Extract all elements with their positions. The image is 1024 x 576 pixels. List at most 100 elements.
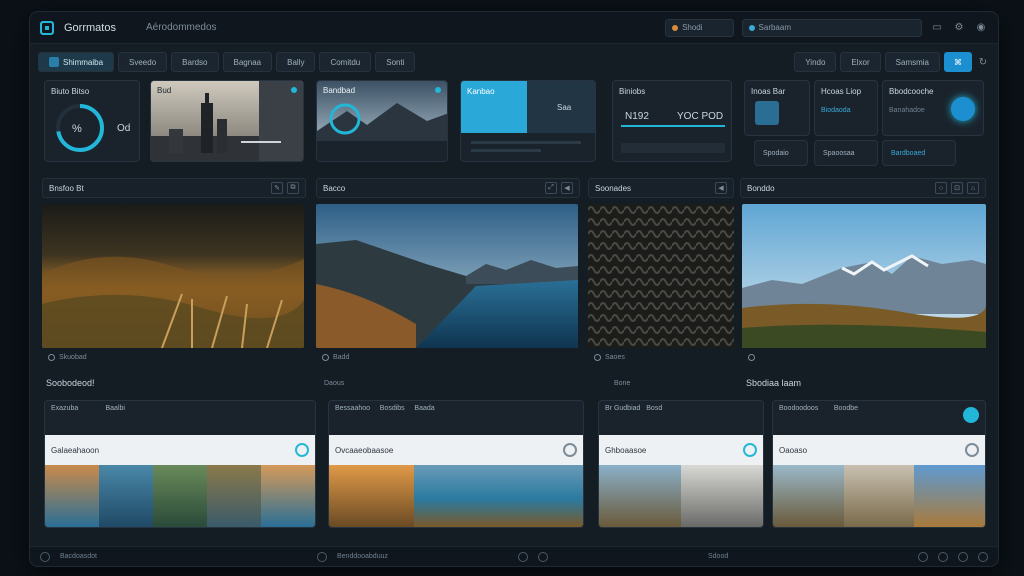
toolbar-right-button-0[interactable]: Yindo xyxy=(794,52,837,72)
refresh-icon[interactable]: ↻ xyxy=(976,55,990,69)
panel-4-actions: ○ ⊡ ⌂ xyxy=(935,182,979,194)
tile-widget-1[interactable]: Inoas Bar xyxy=(744,80,810,136)
sound-icon[interactable]: ◀ xyxy=(561,182,573,194)
thumbnail[interactable] xyxy=(914,465,985,527)
thumbnail[interactable] xyxy=(681,465,763,527)
toolbar-button-5[interactable]: Comitdu xyxy=(319,52,372,72)
photo-lake[interactable] xyxy=(316,204,578,348)
gallery-card-1[interactable]: Exazuba Baalbi Galaeahaoon xyxy=(44,400,316,528)
tile-2-title: Hcoas Liop xyxy=(821,87,862,96)
panel-header-4[interactable]: Bonddo ○ ⊡ ⌂ xyxy=(740,178,986,198)
close-icon[interactable]: ◉ xyxy=(974,21,988,35)
play-icon[interactable] xyxy=(316,551,327,562)
ring-icon[interactable] xyxy=(295,443,309,457)
zoom-icon[interactable] xyxy=(918,551,928,562)
next-icon[interactable] xyxy=(537,551,548,562)
ring-icon[interactable] xyxy=(965,443,979,457)
circle-icon[interactable]: ○ xyxy=(935,182,947,194)
panel-header-1[interactable]: Bnsfoo Bt ✎ ⧉ xyxy=(42,178,306,198)
title-pill-1-label: Shodi xyxy=(682,23,703,32)
minimize-icon[interactable]: ▭ xyxy=(930,21,944,35)
card-1-meta-b: Baalbi xyxy=(105,405,125,412)
numbers-widget[interactable]: Biniobs N192 YOC POD xyxy=(612,80,732,162)
city-photo-widget[interactable]: Bud xyxy=(150,80,304,162)
gallery-card-2[interactable]: Bessaahoo Bosdibs Baada Ovcaaeobaasoe xyxy=(328,400,584,528)
settings-icon[interactable]: ⚙ xyxy=(952,21,966,35)
photo-grassland[interactable] xyxy=(42,204,304,348)
panel-header-2[interactable]: Bacco ⤢ ◀ xyxy=(316,178,580,198)
toolbar-button-3[interactable]: Bagnaa xyxy=(222,52,273,72)
copy-icon[interactable]: ⧉ xyxy=(287,182,299,194)
split-widget[interactable]: Kanbao Saa xyxy=(460,80,596,162)
tile-widget-2[interactable]: Hcoas Liop Biodaoda xyxy=(814,80,878,136)
chip-3[interactable]: Bardboaed xyxy=(882,140,956,166)
tile-3-title: Bbodcooche xyxy=(889,87,934,96)
status-dot-icon xyxy=(748,24,755,31)
status-bar: Bacdoasdot Benddooabduuz Sdood xyxy=(30,546,998,566)
toolbar-label: Samsmia xyxy=(895,57,929,67)
thumbnail[interactable] xyxy=(329,465,414,527)
ring-icon[interactable] xyxy=(563,443,577,457)
status-dot-icon xyxy=(291,87,297,93)
thumbnail[interactable] xyxy=(207,465,261,527)
photo-valley[interactable] xyxy=(742,204,986,348)
toolbar-button-4[interactable]: Bally xyxy=(276,52,316,72)
fullscreen-icon[interactable] xyxy=(978,551,988,562)
toolbar-right-button-2[interactable]: Samsmia xyxy=(884,52,940,72)
toolbar-label: Yindo xyxy=(805,57,826,67)
prev-icon[interactable] xyxy=(517,551,528,562)
card-2-meta-b: Bosdibs xyxy=(379,405,405,412)
section-label-right-b: Sbodiaa laam xyxy=(746,378,802,388)
chip-1[interactable]: Spodaio xyxy=(754,140,808,166)
thumbnail[interactable] xyxy=(599,465,681,527)
thumbnail[interactable] xyxy=(99,465,153,527)
panel-4-title: Bonddo xyxy=(747,183,775,193)
thumbnail[interactable] xyxy=(773,465,844,527)
expand-icon[interactable]: ⤢ xyxy=(545,182,557,194)
card-3-meta-b: Bosd xyxy=(646,405,663,412)
title-bar: Gorrmatos Aérodommedos Shodi Sarbaam ▭ ⚙… xyxy=(30,12,998,44)
card-3-meta-a: Br Gudbiad xyxy=(605,405,641,412)
gallery-card-3[interactable]: Br Gudbiad Bosd Ghboaasoe xyxy=(598,400,764,528)
layout-icon[interactable] xyxy=(958,551,968,562)
orb-icon[interactable] xyxy=(963,407,979,423)
fit-icon[interactable] xyxy=(938,551,948,562)
thumbnail[interactable] xyxy=(261,465,315,527)
thumbnail[interactable] xyxy=(843,465,915,527)
grassland-image xyxy=(42,204,304,348)
sound-icon[interactable]: ◀ xyxy=(715,182,727,194)
card-4-title-bar: Oaoaso xyxy=(773,435,985,465)
card-4-title: Oaoaso xyxy=(779,445,808,455)
panel-header-3[interactable]: Soonades ◀ xyxy=(588,178,734,198)
toolbar-button-6[interactable]: Sonti xyxy=(375,52,416,72)
tile-widget-3[interactable]: Bbodcooche Banahadoe xyxy=(882,80,984,136)
title-pill-1[interactable]: Shodi xyxy=(665,18,734,37)
thumbnail[interactable] xyxy=(153,465,207,527)
gauge-value: % xyxy=(72,123,82,135)
chip-1-label: Spodaio xyxy=(763,150,789,157)
chip-2[interactable]: Spaoosaa xyxy=(814,140,878,166)
mountain-widget[interactable]: Bandbad xyxy=(316,80,448,162)
thumbnail[interactable] xyxy=(413,465,583,527)
gauge-widget[interactable]: Biuto Bitso % Od xyxy=(44,80,140,162)
panel-2-title: Bacco xyxy=(323,183,346,193)
edit-icon[interactable]: ✎ xyxy=(271,182,283,194)
card-3-title-bar: Ghboaasoe xyxy=(599,435,763,465)
lock-icon[interactable]: ⌂ xyxy=(967,182,979,194)
app-logo-icon xyxy=(40,20,54,35)
photo-texture[interactable] xyxy=(588,204,734,348)
ring-icon[interactable] xyxy=(743,443,757,457)
toolbar-label: Bally xyxy=(287,57,305,67)
card-2-meta-a: Bessaahoo xyxy=(335,405,371,412)
panel-3-actions: ◀ xyxy=(715,182,727,194)
gallery-card-4[interactable]: Boodoodoos Boodbe Oaoaso xyxy=(772,400,986,528)
toolbar-button-1[interactable]: Sveedo xyxy=(118,52,168,72)
apply-button[interactable]: ⌘ xyxy=(944,52,972,72)
crop-icon[interactable]: ⊡ xyxy=(951,182,963,194)
toolbar-right-button-1[interactable]: Elxor xyxy=(840,52,881,72)
toolbar-button-2[interactable]: Bardso xyxy=(171,52,219,72)
thumbnail[interactable] xyxy=(45,465,99,527)
title-pill-2[interactable]: Sarbaam xyxy=(741,18,922,37)
toolbar-button-0[interactable]: Shimmaiba xyxy=(38,52,115,72)
panel-1-title: Bnsfoo Bt xyxy=(49,183,84,193)
